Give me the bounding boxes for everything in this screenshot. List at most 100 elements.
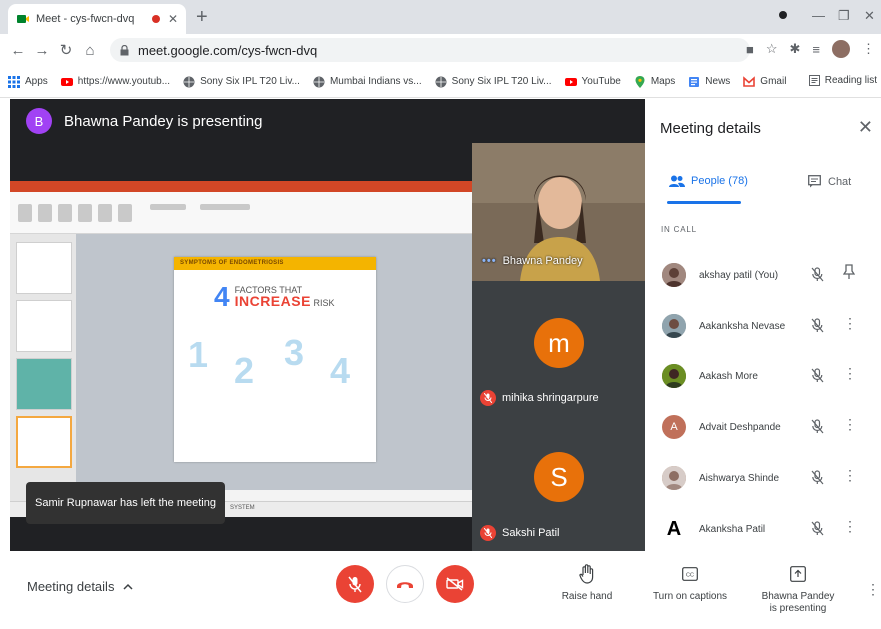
closed-captions-icon: CC	[682, 563, 698, 585]
maps-pin-icon	[634, 75, 646, 88]
presenter-video-tile[interactable]: ••• Bhawna Pandey	[472, 143, 645, 281]
presenting-banner-text: Bhawna Pandey is presenting	[64, 112, 263, 130]
mic-off-icon[interactable]	[811, 470, 824, 490]
mic-off-icon[interactable]	[811, 318, 824, 338]
bookmark-label: Sony Six IPL T20 Liv...	[200, 76, 300, 87]
bookmark-maps[interactable]: Maps	[634, 75, 676, 88]
bookmark-youtube-url[interactable]: https://www.youtub...	[60, 76, 170, 88]
camera-indicator-icon[interactable]: ■	[746, 42, 754, 57]
participant-row[interactable]: A Akanksha Patil ⋮	[645, 504, 881, 554]
slide-factor-number: 1	[188, 334, 209, 375]
ribbon-button	[118, 204, 132, 222]
left-meeting-toast: Samir Rupnawar has left the meeting	[26, 482, 225, 524]
tab-chat-label: Chat	[828, 175, 852, 188]
bookmark-label: YouTube	[581, 76, 621, 87]
globe-icon	[435, 76, 447, 88]
slide-big-number: 4	[214, 281, 230, 312]
participant-name: Akanksha Patil	[699, 523, 766, 535]
chat-icon	[808, 175, 821, 188]
bookmark-youtube[interactable]: YouTube	[564, 76, 621, 88]
people-icon	[669, 175, 685, 187]
raise-hand-label: Raise hand	[561, 591, 613, 602]
bookmark-label: News	[705, 76, 731, 87]
participant-tile[interactable]: m mihika shringarpure	[472, 281, 645, 416]
recording-indicator-icon	[151, 15, 160, 23]
more-options-icon[interactable]: ⋮	[866, 581, 880, 598]
reading-list-button[interactable]: Reading list	[808, 75, 877, 86]
participant-avatar: S	[534, 452, 584, 502]
participant-name: Aishwarya Shinde	[699, 472, 780, 484]
star-icon[interactable]: ☆	[766, 41, 778, 57]
more-options-icon[interactable]: ⋮	[843, 467, 857, 484]
toggle-camera-button[interactable]	[436, 565, 474, 603]
participant-tile-name: Sakshi Patil	[480, 525, 559, 541]
participant-avatar: A	[662, 415, 686, 439]
participant-name: Sakshi Patil	[502, 527, 560, 539]
leave-call-button[interactable]	[386, 565, 424, 603]
reading-queue-icon[interactable]: ≡	[812, 42, 820, 57]
forward-arrow-icon[interactable]: →	[30, 42, 54, 59]
extension-dot-icon[interactable]	[778, 8, 788, 23]
reading-list-label: Reading list	[824, 75, 877, 86]
tab-close-icon[interactable]: ✕	[168, 12, 178, 26]
mic-off-icon[interactable]	[811, 368, 824, 388]
browser-tab[interactable]: Meet - cys-fwcn-dvq ✕	[8, 4, 186, 34]
window-close-icon[interactable]: ✕	[864, 8, 875, 24]
bookmark-sony-six-1[interactable]: Sony Six IPL T20 Liv...	[183, 76, 300, 88]
bookmark-label: Maps	[650, 76, 676, 87]
browser-menu-icon[interactable]: ⋮	[862, 41, 875, 57]
participant-row[interactable]: Aakash More ⋮	[645, 351, 881, 401]
present-screen-icon	[790, 563, 806, 585]
home-icon[interactable]: ⌂	[78, 42, 102, 59]
meeting-details-button[interactable]: Meeting details	[27, 579, 133, 594]
panel-title: Meeting details	[660, 120, 761, 137]
captions-button[interactable]: CC Turn on captions	[648, 563, 732, 603]
extensions-puzzle-icon[interactable]: ✱	[790, 41, 801, 57]
back-arrow-icon[interactable]: ←	[6, 42, 30, 59]
powerpoint-ribbon	[10, 192, 472, 234]
news-icon	[688, 76, 700, 88]
new-tab-button[interactable]: +	[196, 7, 208, 27]
ribbon-button	[18, 204, 32, 222]
reload-icon[interactable]: ↻	[54, 41, 78, 59]
more-options-icon[interactable]: ⋮	[843, 416, 857, 433]
reading-list-icon	[808, 75, 820, 86]
bookmark-apps[interactable]: Apps	[8, 75, 48, 88]
participant-row[interactable]: Aakanksha Nevase ⋮	[645, 301, 881, 351]
participant-row[interactable]: A Advait Deshpande ⋮	[645, 402, 881, 452]
in-call-heading: IN CALL	[661, 225, 697, 234]
participant-tile[interactable]: S Sakshi Patil	[472, 416, 645, 551]
mic-off-icon[interactable]	[811, 419, 824, 439]
active-tab-indicator	[667, 201, 741, 204]
more-options-icon[interactable]: ⋮	[843, 518, 857, 535]
present-now-button[interactable]: Bhawna Pandey is presenting	[760, 563, 836, 615]
bookmark-news[interactable]: News	[688, 76, 730, 88]
current-slide: SYMPTOMS OF ENDOMETRIOSIS 4 FACTORS THAT…	[174, 257, 376, 462]
profile-avatar[interactable]	[832, 40, 850, 58]
chevron-up-icon	[123, 583, 133, 590]
more-options-icon[interactable]: ⋮	[843, 365, 857, 382]
bookmark-gmail[interactable]: Gmail	[743, 75, 786, 88]
presenter-tile-name: ••• Bhawna Pandey	[482, 255, 583, 267]
mic-off-icon[interactable]	[811, 521, 824, 541]
minimize-icon[interactable]: —	[812, 8, 825, 23]
shared-screen[interactable]: SYMPTOMS OF ENDOMETRIOSIS 4 FACTORS THAT…	[10, 181, 472, 517]
address-bar[interactable]: meet.google.com/cys-fwcn-dvq	[110, 38, 750, 62]
bookmarks-bar: Apps https://www.youtub... Sony Six IPL …	[0, 66, 881, 98]
ribbon-button	[58, 204, 72, 222]
bookmark-sony-six-2[interactable]: Sony Six IPL T20 Liv...	[435, 76, 552, 88]
toggle-mic-button[interactable]	[336, 565, 374, 603]
mic-off-icon[interactable]	[811, 267, 824, 287]
bookmark-mumbai-indians[interactable]: Mumbai Indians vs...	[313, 76, 422, 88]
pin-icon[interactable]	[842, 264, 856, 283]
maximize-icon[interactable]: ❐	[838, 8, 850, 24]
hang-up-phone-icon	[396, 580, 414, 589]
tab-people[interactable]: People (78)	[669, 175, 748, 187]
participant-row[interactable]: Aishwarya Shinde ⋮	[645, 453, 881, 503]
participant-row[interactable]: akshay patil (You)	[645, 250, 881, 300]
panel-close-icon[interactable]: ✕	[858, 117, 873, 138]
raise-hand-button[interactable]: Raise hand	[555, 563, 619, 603]
tab-chat[interactable]: Chat	[808, 175, 851, 188]
more-options-icon[interactable]: ⋮	[843, 315, 857, 332]
gmail-icon	[743, 75, 756, 88]
